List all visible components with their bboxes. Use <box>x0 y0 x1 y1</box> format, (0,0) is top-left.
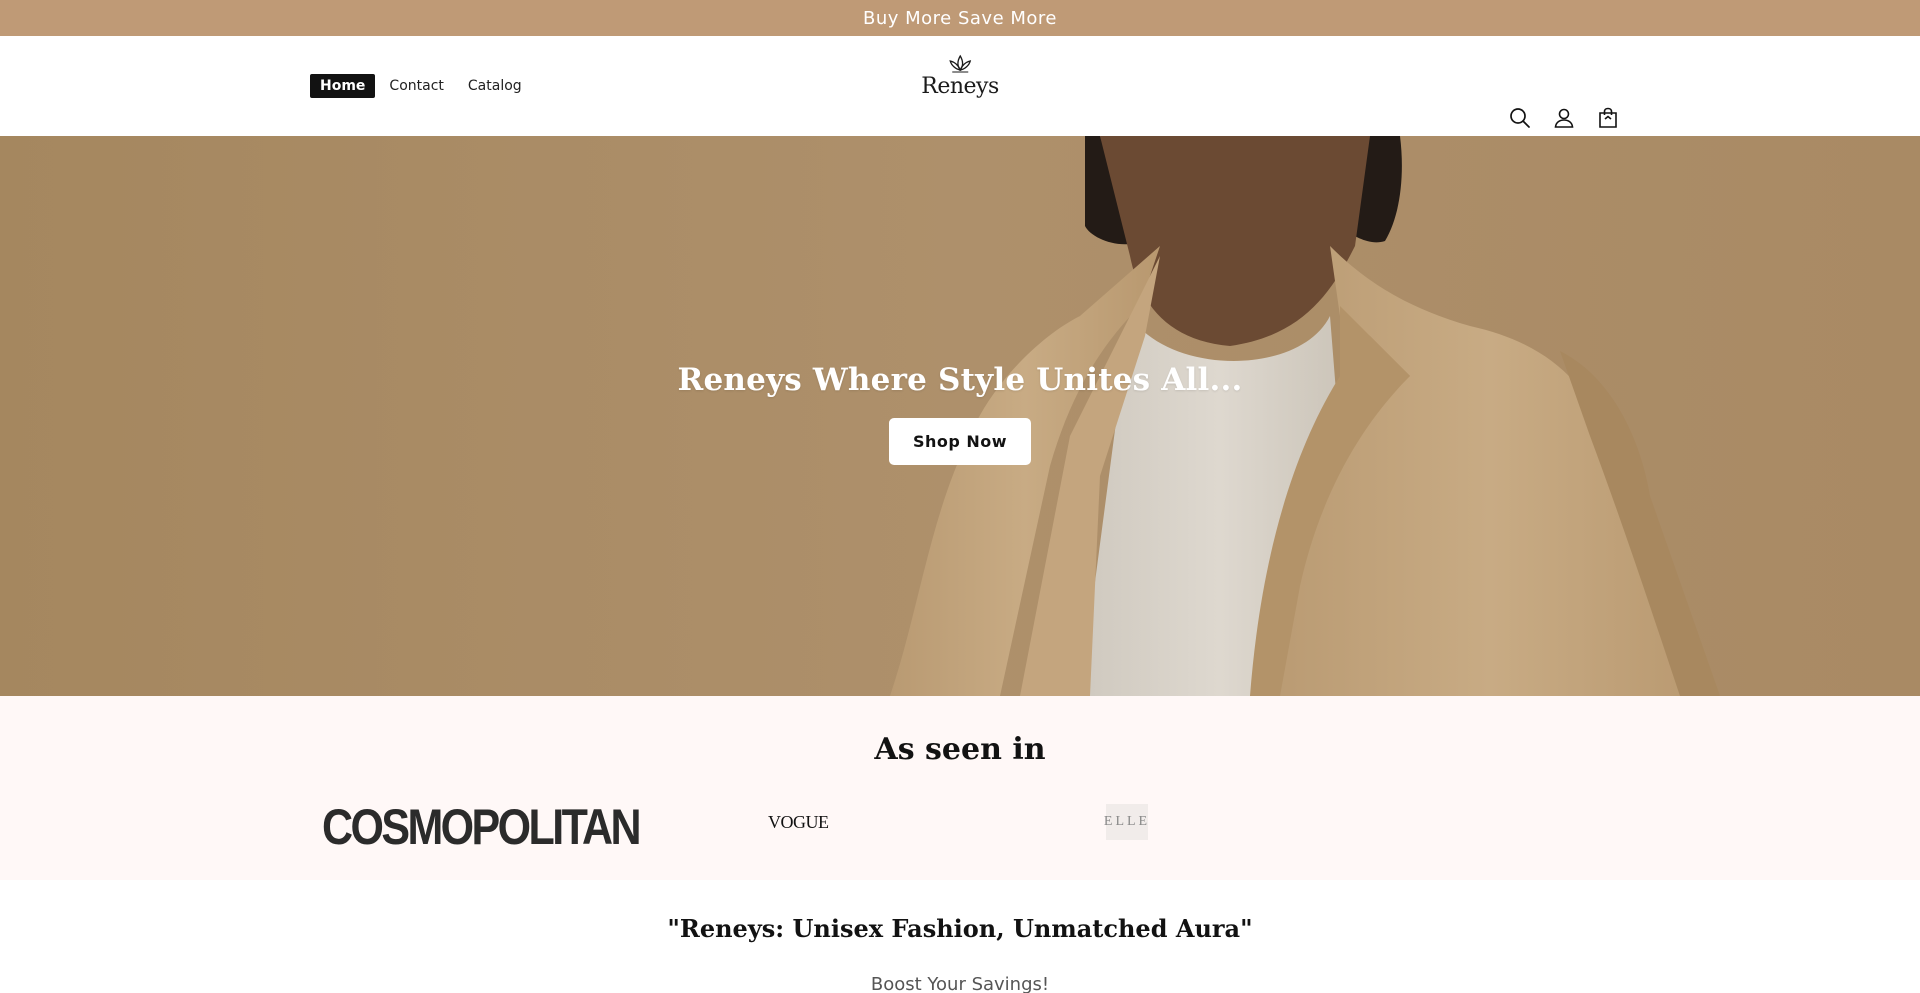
press-section: As seen in COSMOPOLITAN VOGUE ELLE <box>0 696 1920 880</box>
hero-banner: Reneys Where Style Unites All... Shop No… <box>0 136 1920 696</box>
tagline-section: "Reneys: Unisex Fashion, Unmatched Aura"… <box>0 880 1920 993</box>
nav-item-catalog[interactable]: Catalog <box>458 74 532 98</box>
press-title: As seen in <box>874 732 1046 767</box>
announcement-bar: Buy More Save More <box>0 0 1920 36</box>
cosmopolitan-logo: COSMOPOLITAN <box>322 799 642 855</box>
lotus-icon <box>949 54 971 73</box>
shop-now-button[interactable]: Shop Now <box>888 418 1032 465</box>
main-nav: Home Contact Catalog <box>310 74 536 98</box>
hero-content: Reneys Where Style Unites All... Shop No… <box>0 362 1920 465</box>
cart-icon[interactable] <box>1596 106 1620 130</box>
nav-item-home[interactable]: Home <box>310 74 376 98</box>
tagline-heading: "Reneys: Unisex Fashion, Unmatched Aura" <box>667 914 1253 943</box>
nav-item-contact[interactable]: Contact <box>379 74 453 98</box>
announcement-text: Buy More Save More <box>862 7 1057 29</box>
vogue-logo: VOGUE <box>768 812 829 832</box>
brand-logo[interactable]: Reneys <box>921 54 999 99</box>
site-header: Home Contact Catalog Reneys <box>0 36 1920 136</box>
savings-subheading: Boost Your Savings! <box>870 974 1050 993</box>
account-icon[interactable] <box>1552 106 1576 130</box>
header-actions <box>1488 106 1620 130</box>
elle-logo: ELLE <box>1104 804 1148 840</box>
brand-name: Reneys <box>921 74 999 99</box>
search-icon[interactable] <box>1508 106 1532 130</box>
hero-title: Reneys Where Style Unites All... <box>677 362 1243 398</box>
